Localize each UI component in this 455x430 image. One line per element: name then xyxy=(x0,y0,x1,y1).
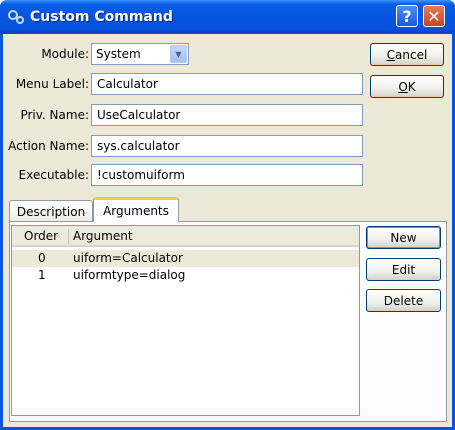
cancel-label-rest: ancel xyxy=(395,47,428,62)
dialog-body: Module: System ▼ Menu Label: Calculator … xyxy=(3,34,452,427)
action-name-label: Action Name: xyxy=(8,139,89,153)
column-header-argument[interactable]: Argument xyxy=(73,229,133,243)
ok-label-rest: K xyxy=(407,79,416,94)
table-row[interactable]: 1 uiformtype=dialog xyxy=(12,267,359,284)
row-argument: uiform=Calculator xyxy=(73,251,183,265)
menu-label-field[interactable]: Calculator xyxy=(91,73,363,95)
cancel-mnemonic: C xyxy=(386,47,396,62)
priv-name-field[interactable]: UseCalculator xyxy=(91,104,363,126)
help-button[interactable]: ? xyxy=(396,5,418,27)
new-button[interactable]: New xyxy=(366,226,441,249)
table-header: Order Argument xyxy=(12,226,359,247)
edit-button[interactable]: Edit xyxy=(366,258,441,281)
executable-field[interactable]: !customuiform xyxy=(91,164,363,186)
cancel-button[interactable]: Cancel xyxy=(370,43,444,66)
row-argument: uiformtype=dialog xyxy=(73,268,186,282)
executable-label: Executable: xyxy=(18,168,89,182)
ok-mnemonic: O xyxy=(398,79,408,94)
column-divider xyxy=(68,229,69,244)
table-row[interactable]: 0 uiform=Calculator xyxy=(12,250,359,267)
window-title: Custom Command xyxy=(30,9,173,25)
module-select[interactable]: System ▼ xyxy=(91,43,189,65)
custom-command-window: Custom Command ? ✕ Module: System ▼ Menu… xyxy=(0,0,455,430)
delete-button[interactable]: Delete xyxy=(366,289,441,312)
column-header-order[interactable]: Order xyxy=(24,229,58,243)
priv-name-label: Priv. Name: xyxy=(20,108,89,122)
row-order: 0 xyxy=(38,251,46,265)
tab-description[interactable]: Description xyxy=(9,200,93,222)
menu-label-label: Menu Label: xyxy=(15,77,89,91)
chevron-down-icon[interactable]: ▼ xyxy=(170,45,187,63)
row-order: 1 xyxy=(38,268,46,282)
app-gears-icon xyxy=(8,10,24,24)
action-name-field[interactable]: sys.calculator xyxy=(91,135,363,157)
tab-arguments[interactable]: Arguments xyxy=(93,197,179,222)
module-value: System xyxy=(96,47,141,61)
title-bar[interactable]: Custom Command ? ✕ xyxy=(0,0,455,34)
arguments-table[interactable]: Order Argument 0 uiform=Calculator 1 uif… xyxy=(11,225,360,416)
module-label: Module: xyxy=(41,47,89,61)
ok-button[interactable]: OK xyxy=(370,75,444,98)
close-button[interactable]: ✕ xyxy=(423,5,445,27)
